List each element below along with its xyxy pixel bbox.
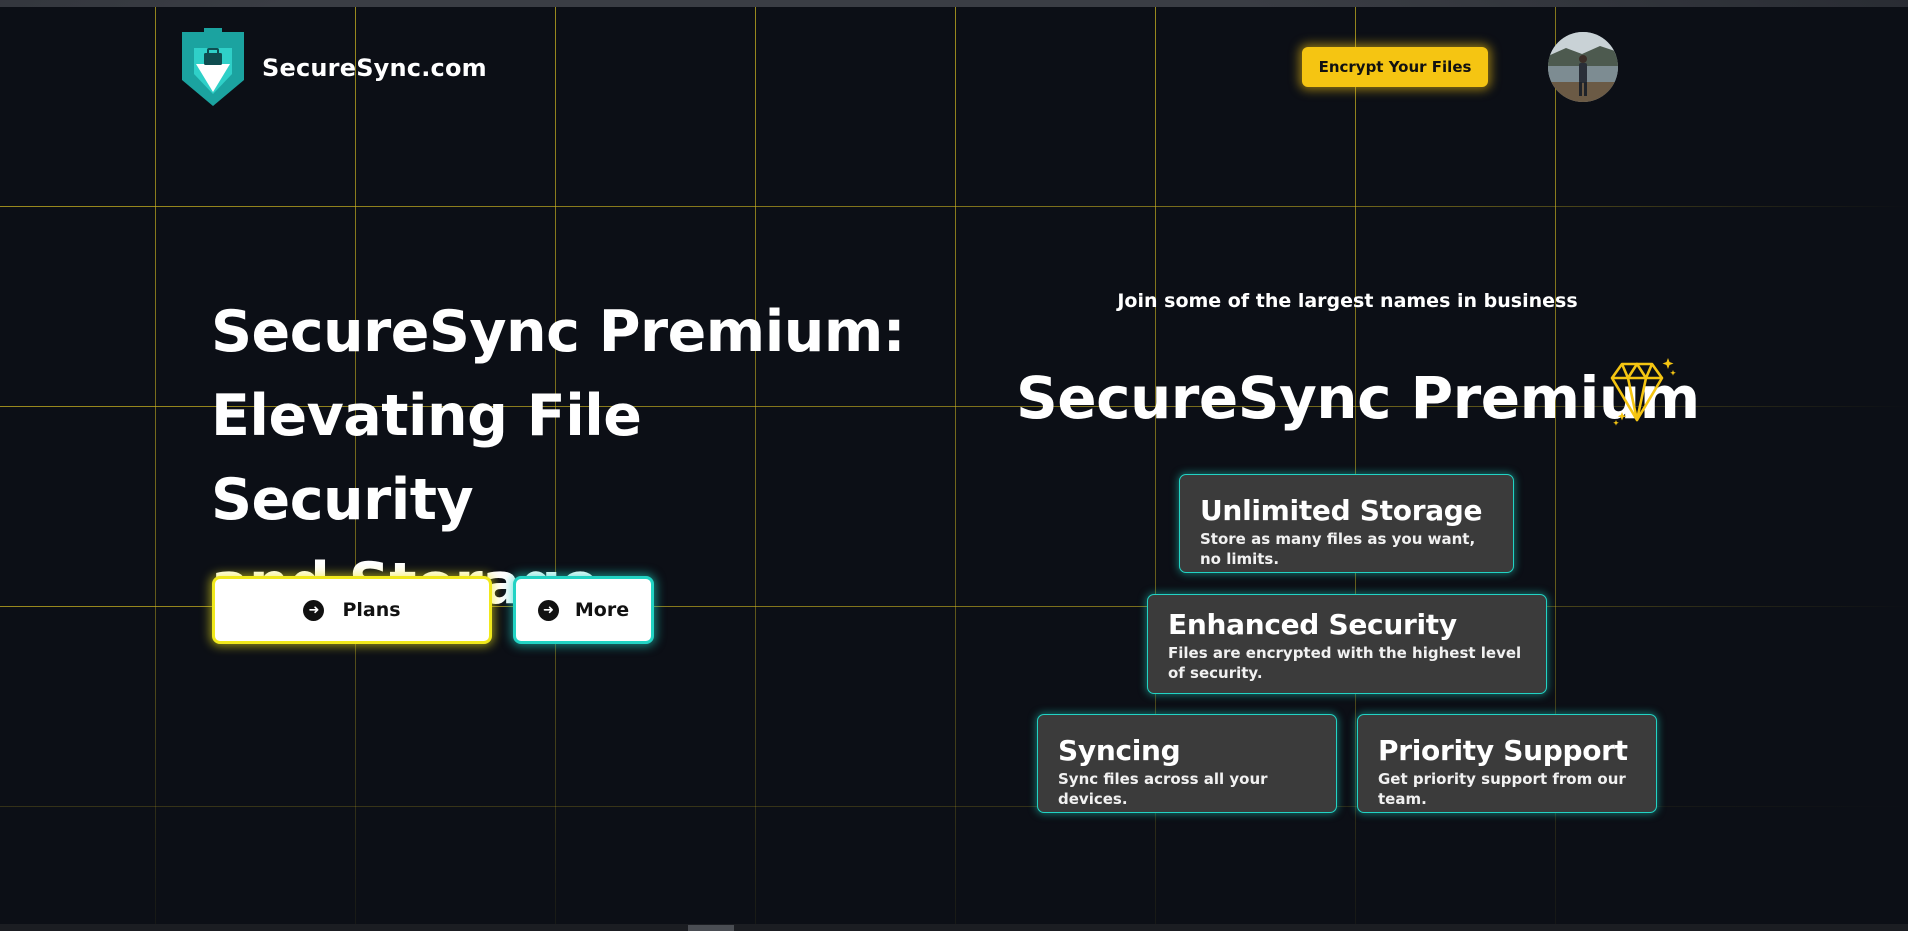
sparkling-diamond-icon — [1610, 358, 1676, 426]
shield-briefcase-icon[interactable] — [182, 28, 244, 106]
arrow-right-circle-icon: ➜ — [303, 599, 325, 621]
feature-title: Enhanced Security — [1168, 608, 1457, 641]
brand-name[interactable]: SecureSync.com — [262, 54, 487, 82]
scrollbar-thumb[interactable] — [688, 925, 734, 931]
premium-title: SecureSync Premium — [1016, 364, 1700, 432]
plans-button[interactable]: ➜ Plans — [212, 576, 492, 644]
tagline: Join some of the largest names in busine… — [1117, 290, 1578, 312]
feature-card-syncing[interactable]: Syncing Sync files across all your devic… — [1037, 714, 1337, 813]
feature-card-unlimited-storage[interactable]: Unlimited Storage Store as many files as… — [1179, 474, 1514, 573]
arrow-right-circle-icon: ➜ — [537, 599, 559, 621]
feature-description: Files are encrypted with the highest lev… — [1168, 644, 1522, 682]
feature-description: Store as many files as you want, no limi… — [1200, 530, 1476, 568]
feature-title: Priority Support — [1378, 734, 1628, 767]
more-button-label: More — [574, 599, 630, 621]
encrypt-files-button[interactable]: Encrypt Your Files — [1302, 47, 1488, 87]
plans-button-label: Plans — [342, 599, 401, 621]
feature-title: Syncing — [1058, 734, 1181, 767]
feature-card-priority-support[interactable]: Priority Support Get priority support fr… — [1357, 714, 1657, 813]
more-button[interactable]: ➜ More — [513, 576, 654, 644]
feature-description: Get priority support from our team. — [1378, 770, 1626, 808]
feature-title: Unlimited Storage — [1200, 494, 1483, 527]
feature-card-enhanced-security[interactable]: Enhanced Security Files are encrypted wi… — [1147, 594, 1547, 694]
hero-title-line: Elevating File Security — [211, 383, 642, 533]
hero-title-line: SecureSync Premium: — [211, 299, 906, 365]
feature-description: Sync files across all your devices. — [1058, 770, 1268, 808]
user-avatar[interactable] — [1548, 32, 1618, 102]
horizontal-scrollbar[interactable] — [0, 924, 1908, 931]
